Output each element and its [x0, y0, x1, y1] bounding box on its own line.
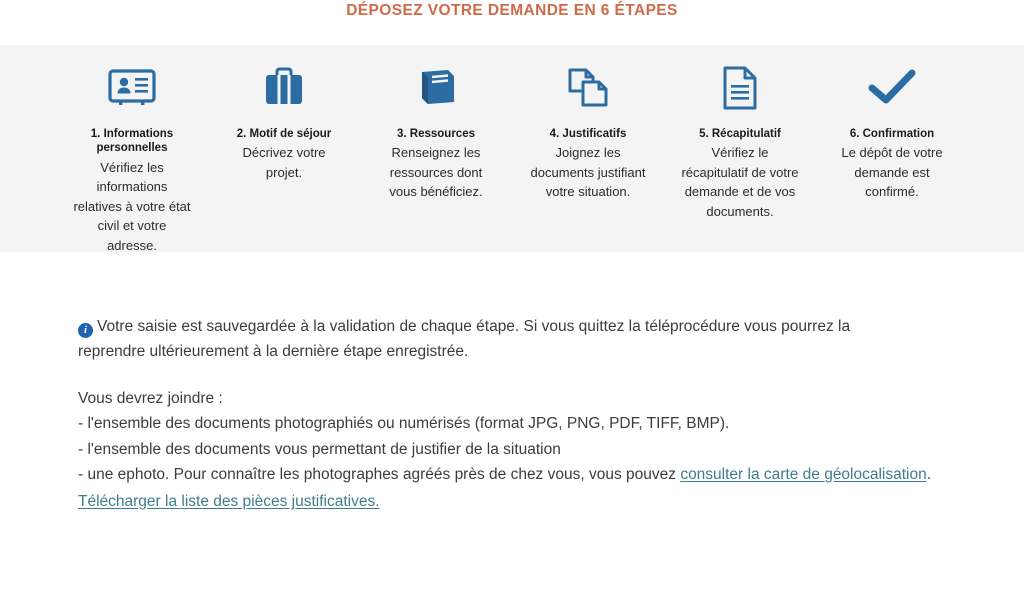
cta-area: Je commence [0, 500, 1024, 609]
step-title: 4. Justificatifs [549, 128, 627, 140]
step-3-ressources: 3. Ressources Renseignez les ressources … [360, 45, 512, 202]
step-title: 2. Motif de séjour [236, 128, 332, 140]
step-6-confirmation: 6. Confirmation Le dépôt de votre demand… [816, 45, 968, 202]
step-4-justificatifs: 4. Justificatifs Joignez les documents j… [512, 45, 664, 202]
id-card-icon [102, 63, 162, 113]
attachments-block: Vous devrez joindre : - l'ensemble des d… [78, 386, 938, 514]
save-notice-text: Votre saisie est sauvegardée à la valida… [78, 317, 851, 360]
attachments-item-justification: - l'ensemble des documents vous permetta… [78, 440, 561, 458]
step-title: 1. Informations personnelles [90, 128, 174, 155]
attachments-intro: Vous devrez joindre : [78, 390, 223, 407]
steps-band: 1. Informations personnelles Vérifiez le… [0, 45, 1024, 255]
step-title: 3. Ressources [397, 128, 475, 140]
save-notice-paragraph: i Votre saisie est sauvegardée à la valid… [78, 314, 918, 364]
step-title: 6. Confirmation [849, 128, 935, 140]
step-5-recapitulatif: 5. Récapitulatif Vérifiez le récapitulat… [664, 45, 816, 221]
step-title: 5. Récapitulatif [699, 128, 781, 140]
step-description: Le dépôt de votre demande est confirmé. [841, 145, 943, 200]
step-description: Vérifiez les informations relatives à vo… [73, 159, 191, 253]
step-2-motif-de-sejour: 2. Motif de séjour Décrivez votre projet… [208, 45, 360, 182]
attachments-item-formats: - l'ensemble des documents photographiés… [78, 415, 730, 433]
document-lines-icon [710, 63, 770, 113]
geolocation-map-link[interactable]: consulter la carte de géolocalisation [680, 466, 926, 483]
step-description: Joignez les documents justifiant votre s… [530, 145, 646, 200]
step-1-informations-personnelles: 1. Informations personnelles Vérifiez le… [56, 45, 208, 255]
page-root: DÉPOSEZ VOTRE DEMANDE EN 6 ÉTAPES 1. Inf… [0, 0, 1024, 609]
checkmark-icon [862, 63, 922, 113]
step-description: Renseignez les ressources dont vous béné… [389, 145, 483, 200]
ephoto-text-before: - une ephoto. Pour connaître les photogr… [78, 466, 681, 484]
documents-stack-icon [558, 63, 618, 113]
info-circle-icon: i [78, 322, 93, 338]
book-icon [406, 63, 466, 113]
suitcase-icon [254, 63, 314, 113]
ephoto-text-after: . [926, 466, 932, 484]
page-header: DÉPOSEZ VOTRE DEMANDE EN 6 ÉTAPES [0, 0, 1024, 45]
attachments-item-ephoto: - une ephoto. Pour connaître les photogr… [78, 462, 938, 487]
step-description: Vérifiez le récapitulatif de votre deman… [681, 145, 799, 219]
page-title: DÉPOSEZ VOTRE DEMANDE EN 6 ÉTAPES [346, 2, 678, 19]
steps-row: 1. Informations personnelles Vérifiez le… [56, 45, 968, 255]
step-description: Décrivez votre projet. [242, 145, 326, 180]
